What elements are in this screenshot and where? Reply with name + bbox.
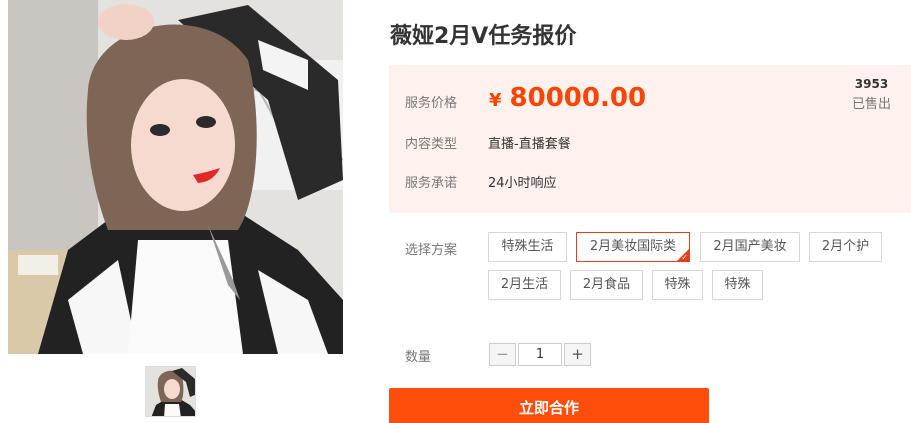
product-main-image bbox=[8, 0, 343, 354]
quantity-label: 数量 bbox=[405, 350, 432, 365]
price-panel: 服务价格 ¥80000.00 3953 已售出 内容类型 直播-直播套餐 服务承… bbox=[389, 65, 911, 213]
plan-option-label: 2月美妆国际类 bbox=[589, 239, 677, 254]
plan-option[interactable]: 特殊 bbox=[712, 270, 763, 300]
plan-option[interactable]: 特殊生活 bbox=[488, 232, 567, 262]
plan-option[interactable]: 特殊 bbox=[652, 270, 703, 300]
portrait-image bbox=[8, 0, 343, 354]
product-title: 薇娅2月V任务报价 bbox=[390, 24, 577, 49]
plan-option[interactable]: 2月国产美妆 bbox=[700, 232, 800, 262]
portrait-thumbnail-image bbox=[146, 367, 195, 416]
plan-option[interactable]: 2月生活 bbox=[488, 270, 561, 300]
currency-symbol: ¥ bbox=[489, 90, 502, 111]
sold-count: 3953 bbox=[854, 77, 889, 91]
service-promise-label: 服务承诺 bbox=[405, 176, 458, 191]
content-type-label: 内容类型 bbox=[405, 137, 458, 152]
service-promise-value: 24小时响应 bbox=[488, 176, 557, 191]
plan-select-label: 选择方案 bbox=[405, 243, 458, 258]
price-value: 80000.00 bbox=[509, 83, 647, 113]
quantity-input[interactable] bbox=[518, 343, 562, 366]
price-display: ¥80000.00 bbox=[489, 83, 646, 113]
sold-info: 3953 已售出 bbox=[852, 77, 891, 112]
checkmark-icon: ✓ bbox=[681, 253, 688, 262]
plan-option[interactable]: 2月食品 bbox=[570, 270, 643, 300]
plan-option[interactable]: 2月个护 bbox=[809, 232, 882, 262]
cooperate-now-button[interactable]: 立即合作 bbox=[389, 388, 709, 423]
product-thumbnail[interactable] bbox=[145, 366, 196, 417]
price-label: 服务价格 bbox=[405, 96, 458, 111]
content-type-value: 直播-直播套餐 bbox=[488, 137, 571, 152]
quantity-decrease-button[interactable]: − bbox=[489, 343, 516, 366]
quantity-increase-button[interactable]: + bbox=[564, 343, 591, 366]
sold-label: 已售出 bbox=[851, 97, 891, 112]
plan-option-selected[interactable]: 2月美妆国际类 ✓ bbox=[576, 232, 690, 262]
